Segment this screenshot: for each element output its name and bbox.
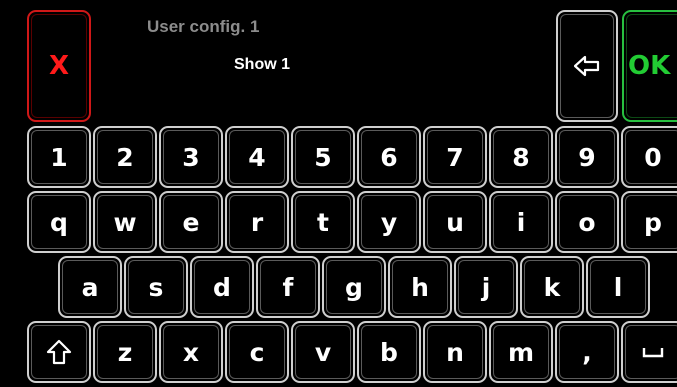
key-7[interactable]: 7 xyxy=(423,126,487,188)
key-1[interactable]: 1 xyxy=(27,126,91,188)
key-label: e xyxy=(182,207,200,237)
key-label: p xyxy=(644,207,662,237)
key-k[interactable]: k xyxy=(520,256,584,318)
space-icon xyxy=(642,348,664,358)
key-3[interactable]: 3 xyxy=(159,126,223,188)
key-label: g xyxy=(345,272,363,302)
key-label: h xyxy=(411,272,429,302)
key-label: s xyxy=(148,272,164,302)
key-6[interactable]: 6 xyxy=(357,126,421,188)
shift-arrow-icon xyxy=(46,339,72,365)
key-e[interactable]: e xyxy=(159,191,223,253)
key-0[interactable]: 0 xyxy=(621,126,677,188)
shift-button[interactable] xyxy=(27,321,91,383)
key-label: w xyxy=(113,207,137,237)
key-label: o xyxy=(578,207,596,237)
key-r[interactable]: r xyxy=(225,191,289,253)
key-label: c xyxy=(249,337,265,367)
key-label: m xyxy=(507,337,535,367)
key-b[interactable]: b xyxy=(357,321,421,383)
key-label: 4 xyxy=(248,142,266,172)
key-label: n xyxy=(446,337,464,367)
key-4[interactable]: 4 xyxy=(225,126,289,188)
key-label: q xyxy=(50,207,68,237)
key-i[interactable]: i xyxy=(489,191,553,253)
key-q[interactable]: q xyxy=(27,191,91,253)
key-5[interactable]: 5 xyxy=(291,126,355,188)
key-m[interactable]: m xyxy=(489,321,553,383)
key-label: 9 xyxy=(578,142,596,172)
key-label: 3 xyxy=(182,142,200,172)
key-n[interactable]: n xyxy=(423,321,487,383)
key-label: 5 xyxy=(314,142,332,172)
key-label: y xyxy=(380,207,398,237)
key-l[interactable]: l xyxy=(586,256,650,318)
key-label: z xyxy=(117,337,133,367)
key-label: u xyxy=(446,207,464,237)
key-label: 7 xyxy=(446,142,464,172)
key-2[interactable]: 2 xyxy=(93,126,157,188)
key-t[interactable]: t xyxy=(291,191,355,253)
key-h[interactable]: h xyxy=(388,256,452,318)
key-label: j xyxy=(481,272,491,302)
keyboard-screen: X User config. 1 Show 1 OK 1 2 3 4 5 6 7… xyxy=(0,0,677,387)
key-g[interactable]: g xyxy=(322,256,386,318)
key-label: 8 xyxy=(512,142,530,172)
backspace-button[interactable] xyxy=(556,10,618,122)
key-d[interactable]: d xyxy=(190,256,254,318)
key-label: d xyxy=(213,272,231,302)
key-9[interactable]: 9 xyxy=(555,126,619,188)
ok-label: OK xyxy=(628,51,671,81)
key-o[interactable]: o xyxy=(555,191,619,253)
ok-button[interactable]: OK xyxy=(622,10,677,122)
key-label: v xyxy=(314,337,332,367)
key-c[interactable]: c xyxy=(225,321,289,383)
key-u[interactable]: u xyxy=(423,191,487,253)
key-label: l xyxy=(613,272,623,302)
key-f[interactable]: f xyxy=(256,256,320,318)
key-label: 2 xyxy=(116,142,134,172)
key-comma[interactable]: , xyxy=(555,321,619,383)
key-label: 0 xyxy=(644,142,662,172)
key-label: , xyxy=(582,337,592,367)
key-label: t xyxy=(317,207,329,237)
key-label: r xyxy=(250,207,264,237)
key-v[interactable]: v xyxy=(291,321,355,383)
key-8[interactable]: 8 xyxy=(489,126,553,188)
cancel-button[interactable]: X xyxy=(27,10,91,122)
key-w[interactable]: w xyxy=(93,191,157,253)
key-y[interactable]: y xyxy=(357,191,421,253)
key-label: x xyxy=(182,337,200,367)
key-label: b xyxy=(380,337,398,367)
backspace-arrow-icon xyxy=(574,55,600,77)
key-a[interactable]: a xyxy=(58,256,122,318)
cancel-label: X xyxy=(48,51,70,81)
key-label: 1 xyxy=(50,142,68,172)
key-label: 6 xyxy=(380,142,398,172)
key-label: f xyxy=(282,272,294,302)
key-label: a xyxy=(81,272,99,302)
key-j[interactable]: j xyxy=(454,256,518,318)
key-label: i xyxy=(516,207,526,237)
space-button[interactable] xyxy=(621,321,677,383)
key-s[interactable]: s xyxy=(124,256,188,318)
page-title: User config. 1 xyxy=(147,17,260,36)
key-label: k xyxy=(543,272,561,302)
key-x[interactable]: x xyxy=(159,321,223,383)
key-z[interactable]: z xyxy=(93,321,157,383)
input-value[interactable]: Show 1 xyxy=(234,56,290,74)
key-p[interactable]: p xyxy=(621,191,677,253)
